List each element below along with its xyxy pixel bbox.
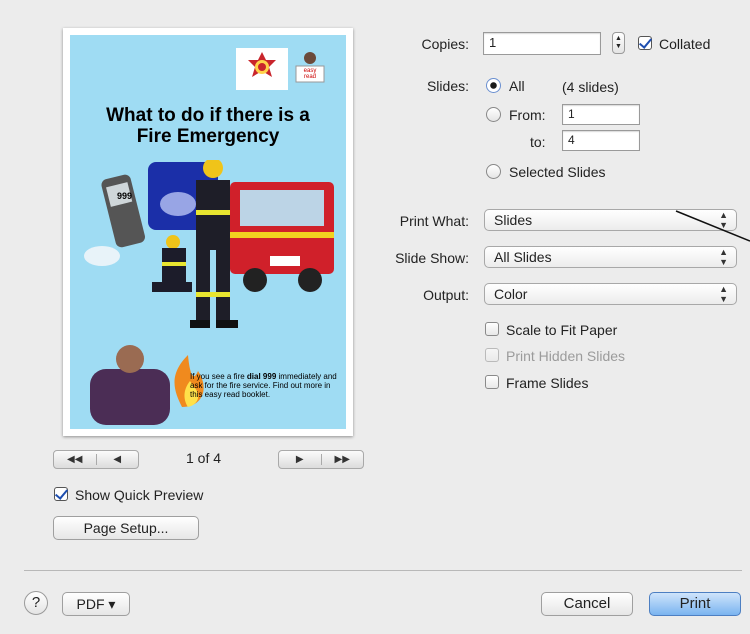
print-hidden-slides-label: Print Hidden Slides bbox=[506, 348, 626, 364]
slide-show-value: All Slides bbox=[494, 249, 552, 265]
print-hidden-slides-checkbox[interactable] bbox=[485, 348, 499, 362]
footer-divider bbox=[24, 570, 742, 571]
scale-to-fit-checkbox[interactable] bbox=[485, 322, 499, 336]
collated-label: Collated bbox=[659, 36, 711, 52]
slide-title: What to do if there is a Fire Emergency bbox=[70, 105, 346, 147]
slide-show-label: Slide Show: bbox=[395, 250, 469, 266]
easy-read-logo: easy read bbox=[292, 48, 328, 88]
slide-title-line-2: Fire Emergency bbox=[136, 126, 280, 147]
phone-screen-text: 999 bbox=[117, 191, 133, 201]
slides-from-radio[interactable] bbox=[486, 107, 501, 122]
next-page-button[interactable]: ▶ bbox=[279, 454, 321, 465]
pager-back-group: ◀◀ ◀ bbox=[53, 450, 139, 469]
page-status: 1 of 4 bbox=[186, 450, 222, 466]
page-setup-button[interactable]: Page Setup... bbox=[53, 516, 199, 540]
slide-footer-text: If you see a fire dial 999 immediately a… bbox=[190, 372, 340, 399]
output-label: Output: bbox=[423, 287, 469, 303]
annotation-line bbox=[675, 210, 750, 242]
fire-emergency-illustration bbox=[84, 160, 334, 328]
print-what-value: Slides bbox=[494, 212, 533, 228]
copies-input[interactable]: 1 bbox=[483, 32, 601, 55]
slide-count-text: (4 slides) bbox=[562, 79, 619, 95]
frame-slides-label: Frame Slides bbox=[506, 375, 589, 391]
slides-all-label: All bbox=[509, 78, 525, 94]
output-popup[interactable]: Color ▲ ▼ bbox=[484, 283, 737, 305]
scale-to-fit-label: Scale to Fit Paper bbox=[506, 322, 618, 338]
last-page-button[interactable]: ▶▶ bbox=[322, 454, 364, 465]
pdf-menu-button[interactable]: PDF ▾ bbox=[62, 592, 130, 616]
slide-title-line-1: What to do if there is a bbox=[106, 105, 310, 126]
fire-service-logo bbox=[236, 48, 288, 90]
slides-from-label: From: bbox=[509, 107, 546, 123]
output-value: Color bbox=[494, 286, 528, 302]
slides-all-radio[interactable] bbox=[486, 78, 501, 93]
first-page-button[interactable]: ◀◀ bbox=[54, 454, 96, 465]
print-button[interactable]: Print bbox=[649, 592, 741, 616]
popup-arrows-icon: ▲ ▼ bbox=[719, 247, 728, 267]
copies-label: Copies: bbox=[421, 36, 469, 52]
show-quick-preview-checkbox[interactable] bbox=[54, 487, 68, 501]
footer-text-bold: dial 999 bbox=[246, 372, 277, 381]
print-what-label: Print What: bbox=[399, 213, 469, 229]
previous-page-button[interactable]: ◀ bbox=[97, 454, 139, 465]
pager-forward-group: ▶ ▶▶ bbox=[278, 450, 364, 469]
slides-to-label: to: bbox=[530, 134, 546, 150]
slides-label: Slides: bbox=[426, 78, 469, 94]
help-icon: ? bbox=[31, 594, 41, 611]
popup-arrows-icon: ▲ ▼ bbox=[719, 284, 728, 304]
show-quick-preview-label: Show Quick Preview bbox=[75, 487, 204, 503]
frame-slides-checkbox[interactable] bbox=[485, 375, 499, 389]
footer-text-start: If you see a fire bbox=[190, 372, 247, 381]
slides-to-input[interactable]: 4 bbox=[562, 130, 640, 151]
slide-preview: easy read What to do if there is a Fire … bbox=[63, 28, 353, 436]
truck-label-text: FIRE bbox=[260, 231, 287, 240]
selected-slides-radio[interactable] bbox=[486, 164, 501, 179]
copies-stepper[interactable]: ▲ ▼ bbox=[612, 32, 625, 54]
slides-from-input[interactable]: 1 bbox=[562, 104, 640, 125]
collated-checkbox[interactable] bbox=[638, 36, 652, 50]
cancel-button[interactable]: Cancel bbox=[541, 592, 633, 616]
help-button[interactable]: ? bbox=[24, 591, 48, 615]
slide-show-popup[interactable]: All Slides ▲ ▼ bbox=[484, 246, 737, 268]
slide-thumbnail: easy read What to do if there is a Fire … bbox=[70, 35, 346, 429]
easy-read-badge-text: easy read bbox=[303, 68, 317, 80]
selected-slides-label: Selected Slides bbox=[509, 164, 606, 180]
